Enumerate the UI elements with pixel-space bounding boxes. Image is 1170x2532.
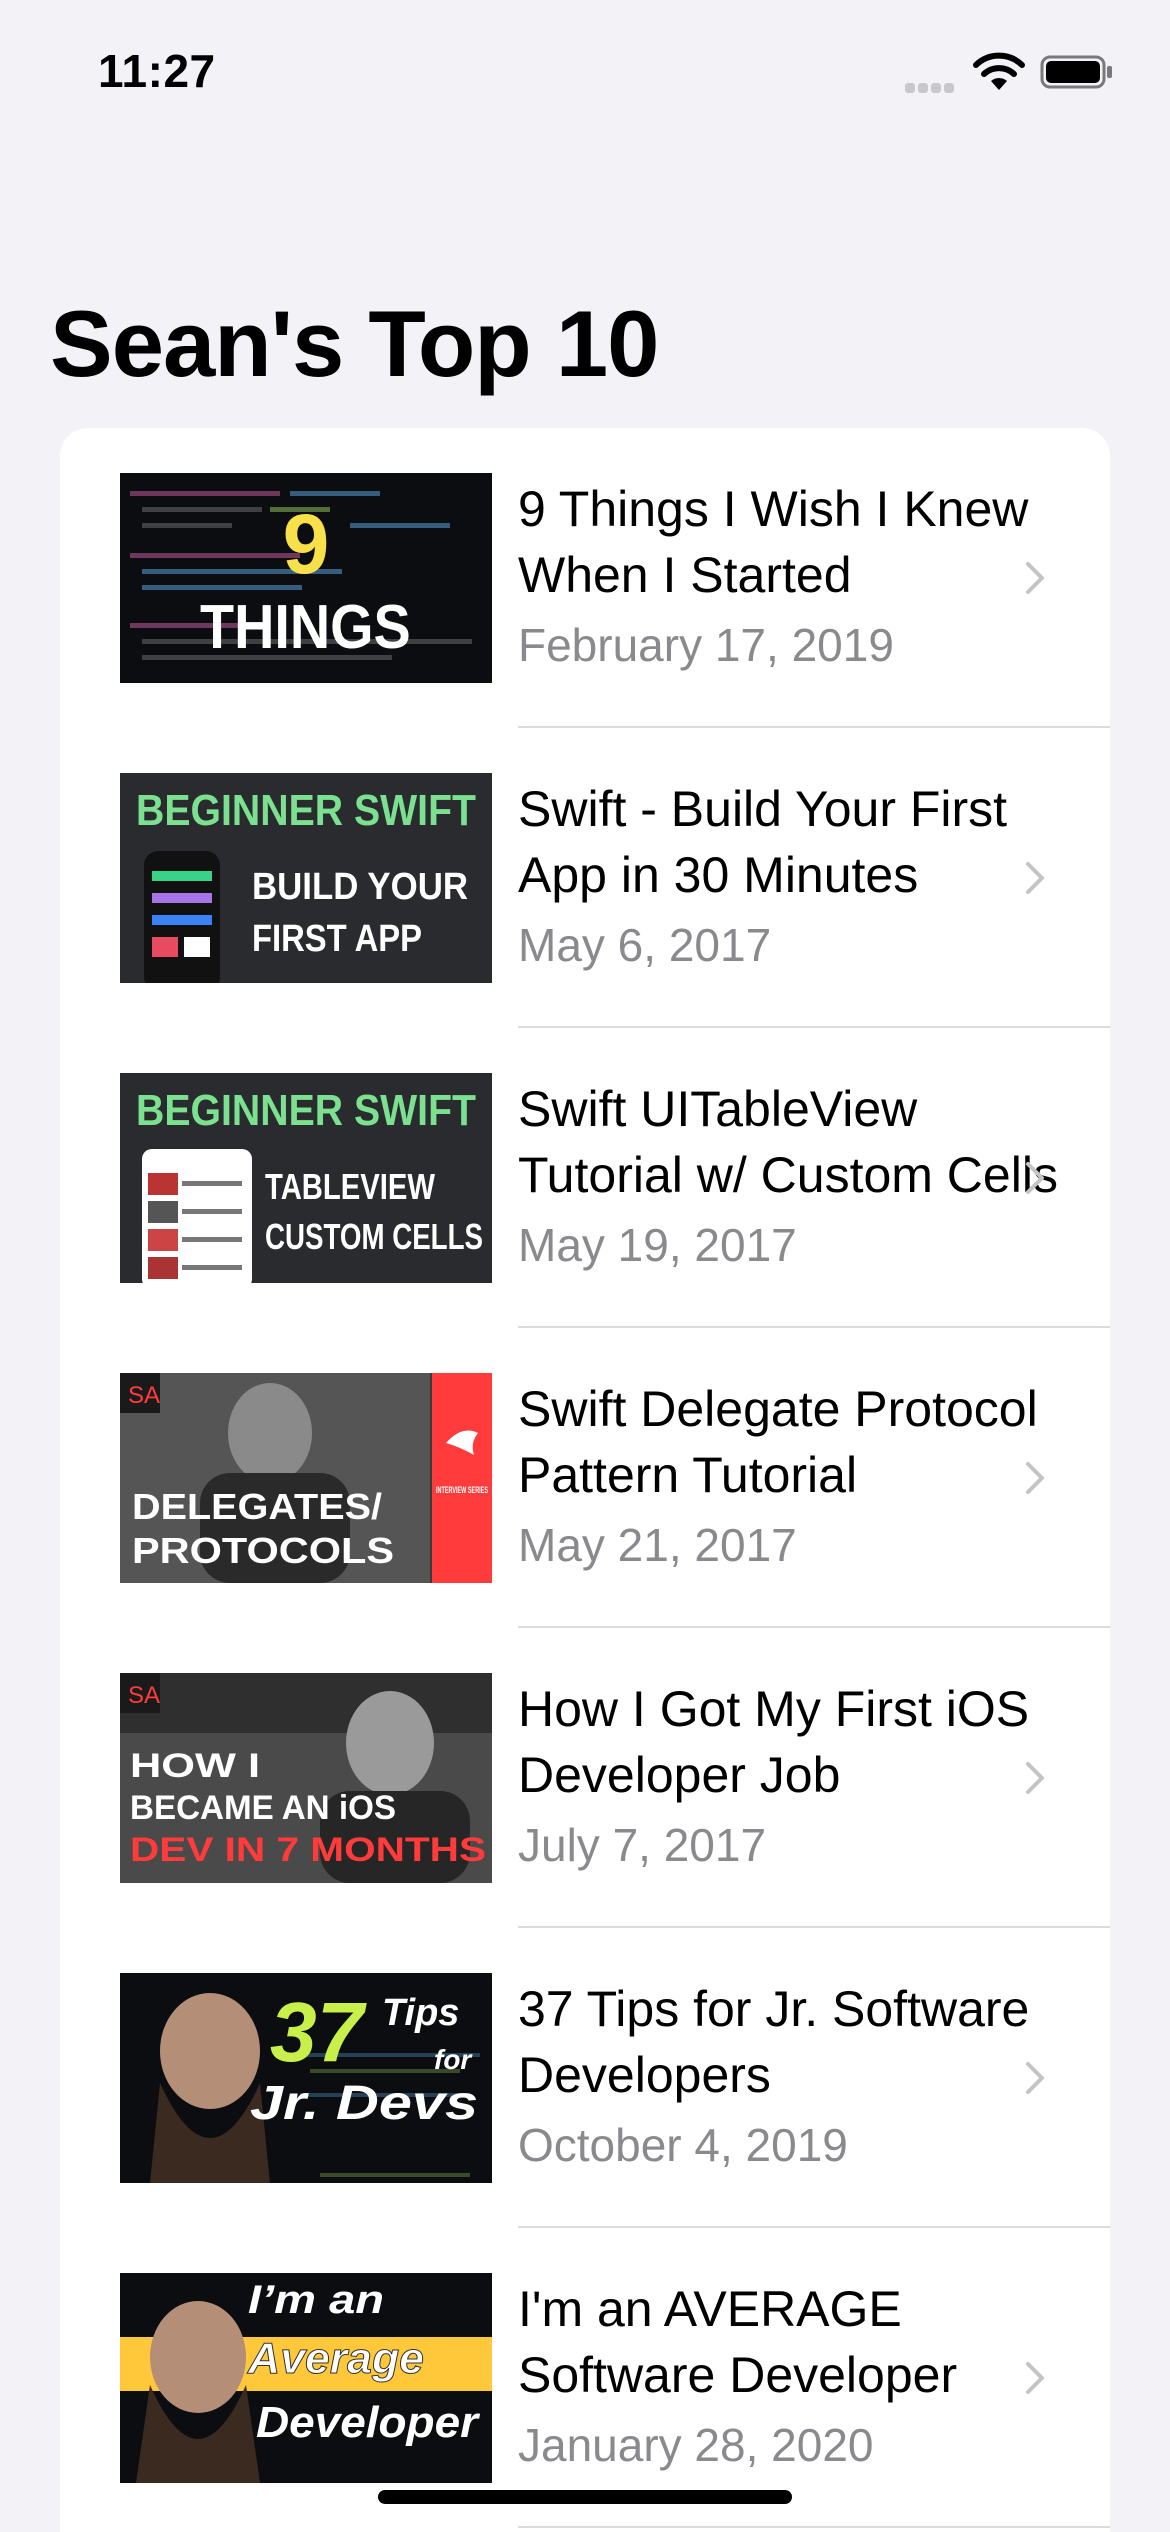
video-row[interactable]: BEGINNER SWIFT BUILD YOUR FIRST APP Swif…	[60, 728, 1110, 1028]
thumb-text: BECAME AN iOS	[130, 1789, 396, 1827]
video-date: October 4, 2019	[518, 2119, 848, 2171]
video-thumbnail: 9 THINGS	[120, 473, 492, 683]
video-date: May 19, 2017	[518, 1219, 797, 1271]
video-row[interactable]: SA INTERVIEW SERIES DELEGATES/ PROTOCOLS…	[60, 1328, 1110, 1628]
thumb-text: THINGS	[200, 593, 411, 661]
thumb-text: PROTOCOLS	[132, 1530, 394, 1571]
status-time: 11:27	[98, 45, 216, 97]
video-date: February 17, 2019	[518, 619, 894, 671]
video-title: Swift UITableView Tutorial w/ Custom Cel…	[518, 1081, 1058, 1203]
thumb-text: TABLEVIEW	[265, 1166, 435, 1207]
video-date: July 7, 2017	[518, 1819, 767, 1871]
page-title: Sean's Top 10	[50, 291, 659, 396]
row-separator	[518, 2526, 1110, 2528]
chevron-right-icon	[1026, 1762, 1044, 1794]
video-row[interactable]: I’m an Average Developer I'm an AVERAGE …	[60, 2228, 1110, 2528]
video-row[interactable]: 9 THINGS 9 Things I Wish I Knew When I S…	[60, 428, 1110, 728]
video-row[interactable]: 37 Tips for Jr. Devs 37 Tips for Jr. Sof…	[60, 1928, 1110, 2228]
status-bar: 11:27	[0, 0, 1170, 150]
chevron-right-icon	[1026, 2062, 1044, 2094]
thumb-text: FIRST APP	[252, 918, 422, 960]
thumb-text: for	[434, 2044, 473, 2075]
thumb-text: 37	[270, 1985, 367, 2079]
thumb-text: HOW I	[130, 1747, 260, 1785]
video-title: 9 Things I Wish I Knew When I Started	[518, 481, 1029, 603]
video-date: May 21, 2017	[518, 1519, 797, 1571]
thumb-text: BEGINNER SWIFT	[136, 786, 476, 835]
thumb-text: DELEGATES/	[132, 1486, 382, 1527]
chevron-right-icon	[1026, 562, 1044, 594]
chevron-right-icon	[1026, 1462, 1044, 1494]
thumb-text: 9	[283, 497, 330, 591]
thumb-text: Jr. Devs	[250, 2077, 478, 2130]
thumb-text: SA	[128, 1382, 160, 1409]
video-row[interactable]: BEGINNER SWIFT TABLEVIEW CUSTOM CELLS Sw…	[60, 1028, 1110, 1328]
thumb-text: I’m an	[248, 2278, 384, 2322]
video-thumbnail: BEGINNER SWIFT TABLEVIEW CUSTOM CELLS	[120, 1073, 492, 1283]
battery-icon	[1040, 55, 1112, 89]
video-thumbnail: 37 Tips for Jr. Devs	[120, 1973, 492, 2183]
thumb-text: Tips	[382, 1992, 459, 2034]
home-indicator[interactable]	[378, 2490, 792, 2504]
thumb-text: INTERVIEW SERIES	[436, 1485, 488, 1495]
video-title: Swift - Build Your First App in 30 Minut…	[518, 781, 1008, 903]
chevron-right-icon	[1026, 2362, 1044, 2394]
wifi-icon	[973, 52, 1025, 90]
thumb-text: Average	[247, 2334, 424, 2383]
chevron-right-icon	[1026, 862, 1044, 894]
video-title: How I Got My First iOS Developer Job	[518, 1681, 1030, 1803]
cellular-signal-icon	[905, 80, 957, 94]
video-date: May 6, 2017	[518, 919, 772, 971]
thumb-text: CUSTOM CELLS	[265, 1216, 483, 1257]
thumb-text: DEV IN 7 MONTHS	[130, 1831, 486, 1869]
video-title: 37 Tips for Jr. Software Developers	[518, 1981, 1030, 2103]
thumb-text: SA	[128, 1682, 160, 1709]
video-thumbnail: SA HOW I BECAME AN iOS DEV IN 7 MONTHS	[120, 1673, 492, 1883]
video-thumbnail: I’m an Average Developer	[120, 2273, 492, 2483]
video-thumbnail: BEGINNER SWIFT BUILD YOUR FIRST APP	[120, 773, 492, 983]
video-row[interactable]: SA HOW I BECAME AN iOS DEV IN 7 MONTHS H…	[60, 1628, 1110, 1928]
video-title: Swift Delegate Protocol Pattern Tutorial	[518, 1381, 1038, 1503]
video-list[interactable]: 9 THINGS 9 Things I Wish I Knew When I S…	[60, 428, 1110, 2532]
video-title: I'm an AVERAGE Software Developer	[518, 2281, 958, 2403]
chevron-right-icon	[1026, 1162, 1044, 1194]
thumb-text: BUILD YOUR	[252, 866, 468, 908]
video-date: January 28, 2020	[518, 2419, 874, 2471]
video-thumbnail: SA INTERVIEW SERIES DELEGATES/ PROTOCOLS	[120, 1373, 492, 1583]
thumb-text: Developer	[256, 2398, 481, 2447]
screen: 11:27 Sean's Top 10 9 THINGS 9 Things I …	[0, 0, 1170, 2532]
thumb-text: BEGINNER SWIFT	[136, 1086, 476, 1135]
